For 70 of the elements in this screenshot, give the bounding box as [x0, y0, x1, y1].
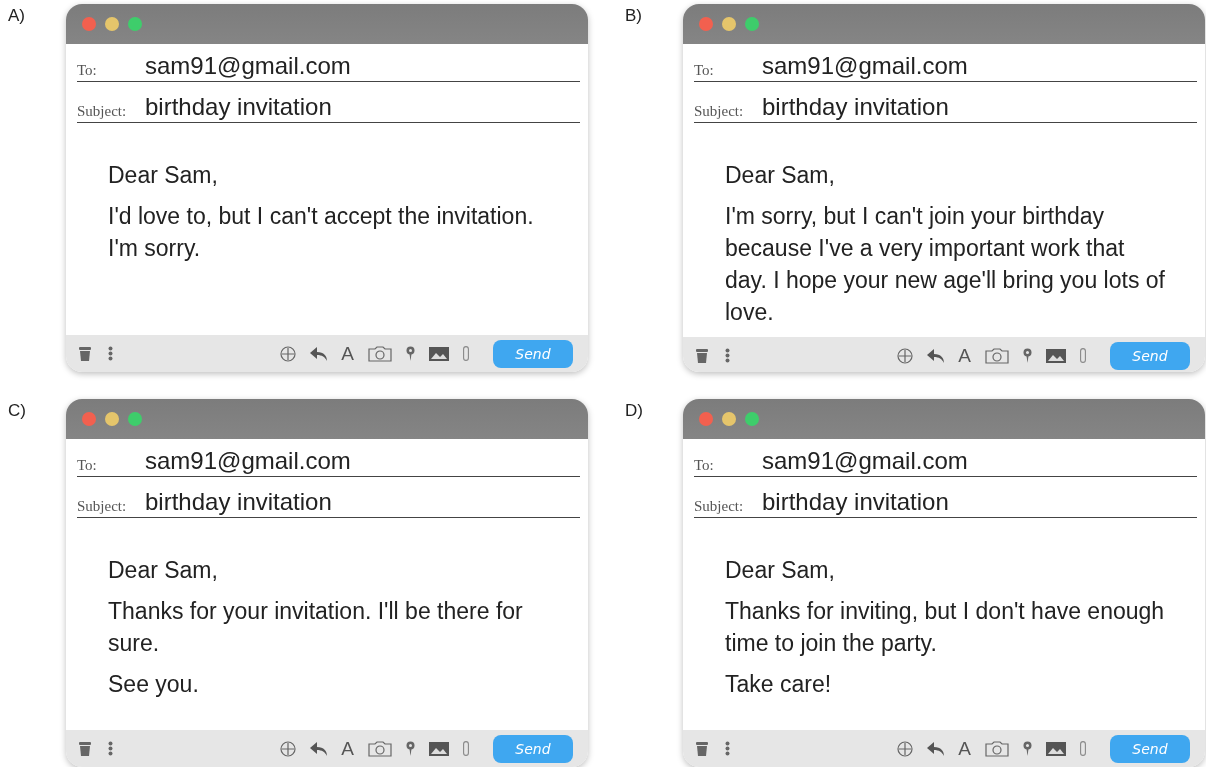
- location-pin-icon[interactable]: [1023, 348, 1032, 363]
- paperclip-icon[interactable]: [463, 741, 469, 756]
- subject-field[interactable]: birthday invitation: [145, 93, 332, 121]
- option-label: D): [625, 401, 644, 421]
- paperclip-icon[interactable]: [463, 346, 469, 361]
- to-field[interactable]: sam91@gmail.com: [762, 52, 968, 80]
- option-label: C): [8, 401, 27, 421]
- camera-icon[interactable]: [985, 740, 1009, 757]
- to-field[interactable]: sam91@gmail.com: [145, 52, 351, 80]
- reply-icon[interactable]: [310, 741, 328, 756]
- more-icon[interactable]: [108, 741, 113, 756]
- image-icon[interactable]: [429, 346, 449, 361]
- more-icon[interactable]: [108, 346, 113, 361]
- paperclip-icon[interactable]: [1080, 348, 1086, 363]
- font-button[interactable]: A: [341, 343, 354, 364]
- trash-icon[interactable]: [696, 348, 708, 363]
- image-icon[interactable]: [429, 741, 449, 756]
- image-icon[interactable]: [1046, 741, 1066, 756]
- subject-label: Subject:: [694, 103, 745, 121]
- font-button[interactable]: A: [958, 738, 971, 759]
- message-paragraph: Dear Sam,: [725, 161, 836, 190]
- camera-icon[interactable]: [368, 345, 392, 362]
- image-icon[interactable]: [1046, 348, 1066, 363]
- more-icon[interactable]: [725, 348, 730, 363]
- reply-icon[interactable]: [927, 741, 945, 756]
- message-paragraph: I'd love to, but I can't accept the invitation. I'm sorry.: [108, 202, 535, 263]
- minimize-button[interactable]: [105, 412, 119, 426]
- subject-label: Subject:: [694, 498, 745, 516]
- to-label: To:: [694, 62, 715, 80]
- trash-icon[interactable]: [696, 741, 708, 756]
- camera-icon[interactable]: [985, 347, 1009, 364]
- location-pin-icon[interactable]: [406, 741, 415, 756]
- font-button[interactable]: A: [958, 345, 971, 366]
- message-paragraph: Thanks for your invitation. I'll be there for sure.: [108, 597, 524, 658]
- message-paragraph: Dear Sam,: [725, 556, 836, 585]
- location-pin-icon[interactable]: [406, 346, 415, 361]
- minimize-button[interactable]: [722, 412, 736, 426]
- paperclip-icon[interactable]: [1080, 741, 1086, 756]
- subject-field[interactable]: birthday invitation: [762, 488, 949, 516]
- trash-icon[interactable]: [79, 741, 91, 756]
- message-paragraph: Dear Sam,: [108, 161, 219, 190]
- minimize-button[interactable]: [722, 17, 736, 31]
- location-pin-icon[interactable]: [1023, 741, 1032, 756]
- subject-field[interactable]: birthday invitation: [145, 488, 332, 516]
- minimize-button[interactable]: [105, 17, 119, 31]
- reply-icon[interactable]: [927, 348, 945, 363]
- option-label: B): [625, 6, 643, 26]
- message-paragraph: I'm sorry, but I can't join your birthday because I've a very important work that day. I hope your new age'll bring you lots of love.: [725, 202, 1165, 327]
- subject-label: Subject:: [77, 498, 128, 516]
- to-label: To:: [694, 457, 715, 475]
- to-label: To:: [77, 62, 98, 80]
- message-paragraph: Thanks for inviting, but I don't have enough time to join the party.: [725, 597, 1165, 658]
- message-paragraph: Dear Sam,: [108, 556, 219, 585]
- add-circle-icon[interactable]: [897, 740, 914, 757]
- reply-icon[interactable]: [310, 346, 328, 361]
- message-paragraph: See you.: [108, 670, 200, 699]
- add-circle-icon[interactable]: [897, 347, 914, 364]
- to-field[interactable]: sam91@gmail.com: [145, 447, 351, 475]
- message-paragraph: Take care!: [725, 670, 833, 699]
- font-button[interactable]: A: [341, 738, 354, 759]
- camera-icon[interactable]: [368, 740, 392, 757]
- add-circle-icon[interactable]: [280, 345, 297, 362]
- add-circle-icon[interactable]: [280, 740, 297, 757]
- option-label: A): [8, 6, 26, 26]
- more-icon[interactable]: [725, 741, 730, 756]
- subject-label: Subject:: [77, 103, 128, 121]
- trash-icon[interactable]: [79, 346, 91, 361]
- subject-field[interactable]: birthday invitation: [762, 93, 949, 121]
- to-field[interactable]: sam91@gmail.com: [762, 447, 968, 475]
- to-label: To:: [77, 457, 98, 475]
